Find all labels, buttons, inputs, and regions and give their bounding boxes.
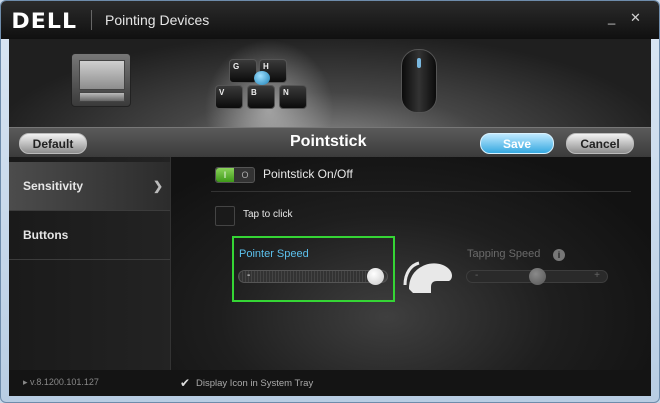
save-button[interactable]: Save: [480, 133, 554, 154]
version-text: v.8.1200.101.127: [30, 377, 99, 387]
tapping-speed-slider[interactable]: - +: [466, 268, 608, 285]
key-b: B: [247, 85, 275, 109]
tapping-speed-label: Tapping Speed: [467, 248, 541, 260]
tapping-speed-thumb[interactable]: [529, 268, 546, 285]
device-selector: G H V B N: [9, 39, 651, 127]
key-g: G: [229, 59, 257, 83]
pointstick-device-icon[interactable]: G H V B N: [209, 59, 319, 123]
touchpad-device-icon[interactable]: [71, 53, 131, 107]
pointstick-nub-icon: [254, 71, 270, 85]
tapping-speed-minus: -: [475, 270, 479, 281]
system-tray-checkbox[interactable]: ✔: [180, 377, 192, 389]
tapping-speed-plus: +: [594, 270, 600, 281]
toggle-off-label: O: [241, 170, 249, 180]
pointstick-toggle[interactable]: I O: [215, 167, 255, 183]
window: DELL Pointing Devices _ ✕ G H V B N Defa…: [0, 0, 660, 403]
main-body: Sensitivity ❯ Buttons I O Pointstick On/…: [9, 157, 651, 370]
sidebar: Sensitivity ❯ Buttons: [9, 157, 171, 370]
system-tray-label: Display Icon in System Tray: [196, 378, 314, 389]
default-button[interactable]: Default: [19, 133, 87, 154]
pointer-speed-thumb[interactable]: [367, 268, 384, 285]
tap-to-click-checkbox[interactable]: [215, 206, 235, 226]
toolbar: Default Pointstick Save Cancel: [9, 127, 651, 158]
minimize-button[interactable]: _: [608, 11, 615, 25]
key-n: N: [279, 85, 307, 109]
window-title: Pointing Devices: [105, 12, 210, 28]
title-separator: [91, 10, 92, 30]
pointer-speed-minus: -: [247, 270, 251, 281]
pointstick-toggle-label: Pointstick On/Off: [263, 167, 353, 181]
info-icon[interactable]: i: [553, 249, 565, 261]
toggle-on-label: I: [216, 168, 234, 182]
sidebar-item-buttons[interactable]: Buttons: [9, 211, 170, 259]
pointstick-hand-icon: [403, 261, 452, 293]
pointer-speed-slider[interactable]: -: [238, 268, 388, 285]
sidebar-divider: [9, 259, 170, 260]
tap-to-click-label: Tap to click: [243, 209, 293, 220]
version-label: ▸ v.8.1200.101.127: [23, 377, 99, 387]
dell-logo: DELL: [11, 9, 78, 33]
page-title: Pointstick: [290, 133, 367, 150]
close-button[interactable]: ✕: [630, 11, 641, 25]
section-divider: [211, 191, 631, 192]
pointer-speed-label: Pointer Speed: [239, 248, 309, 260]
mouse-device-icon[interactable]: [401, 49, 437, 113]
key-v: V: [215, 85, 243, 109]
sidebar-item-label: Buttons: [23, 228, 69, 242]
chevron-right-icon: ❯: [152, 179, 163, 193]
footer: ▸ v.8.1200.101.127 ✔ Display Icon in Sys…: [9, 370, 651, 396]
title-bar: DELL Pointing Devices _ ✕: [1, 1, 659, 39]
sidebar-item-sensitivity[interactable]: Sensitivity ❯: [9, 162, 170, 210]
cancel-button[interactable]: Cancel: [566, 133, 634, 154]
settings-panel: I O Pointstick On/Off Tap to click Point…: [171, 157, 651, 370]
sidebar-item-label: Sensitivity: [23, 179, 84, 193]
pointer-speed-fill: [239, 271, 375, 282]
